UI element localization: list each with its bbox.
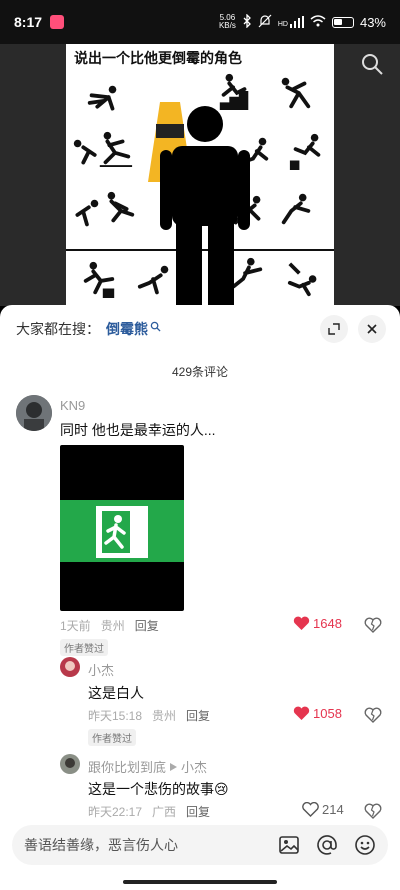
comment-input[interactable] (24, 837, 262, 853)
comment-meta: 昨天15:18 贵州 回复 (88, 707, 210, 724)
expand-button[interactable] (320, 315, 348, 343)
cell-signal-icon: HD (278, 16, 304, 28)
search-icon[interactable] (360, 52, 384, 76)
like-count: 1648 (313, 616, 342, 631)
avatar[interactable] (60, 657, 80, 677)
status-bar: 8:17 5.06 KB/s HD 43% (0, 0, 400, 44)
like-button[interactable]: 1648 (293, 616, 342, 631)
reply-button[interactable]: 回复 (186, 803, 210, 820)
like-count: 214 (322, 802, 344, 817)
battery-percent: 43% (359, 14, 386, 30)
mute-icon (258, 14, 272, 31)
reply-button[interactable]: 回复 (186, 707, 210, 724)
slip-figure-icon (107, 191, 135, 223)
heart-filled-icon (293, 616, 310, 630)
comment-meta: 昨天22:17 广西 回复 (88, 803, 210, 820)
status-time: 8:17 (14, 14, 43, 30)
search-icon (150, 321, 161, 332)
comment-text: 这是一个悲伤的故事😢 (88, 781, 229, 797)
battery-icon (331, 16, 354, 28)
close-icon (367, 324, 377, 334)
author-liked-tag: 作者赞过 (60, 639, 108, 656)
comment-location: 广西 (152, 805, 177, 819)
comment-username[interactable]: 小杰 (88, 660, 114, 679)
falling-figure-icon (87, 85, 117, 111)
meme-title: 说出一个比他更倒霉的角色 (74, 50, 242, 66)
like-count: 1058 (313, 706, 342, 721)
broken-heart-icon[interactable] (364, 802, 382, 820)
close-button[interactable] (358, 315, 386, 343)
reply-button[interactable]: 回复 (135, 617, 159, 634)
comment-time: 昨天22:17 (88, 805, 143, 819)
like-button[interactable]: 214 (302, 802, 344, 817)
trip-figure-icon (99, 131, 133, 168)
comment-location: 贵州 (100, 619, 125, 633)
reply-thread-header: 跟你比划到底 小杰 (88, 757, 207, 776)
comment-image[interactable] (60, 445, 184, 611)
author-liked-tag: 作者赞过 (88, 729, 136, 746)
reply-arrow-icon (170, 762, 178, 771)
exit-sign-icon (60, 500, 184, 562)
app-notification-icon (50, 15, 65, 29)
comment-text: 这是白人 (88, 685, 144, 701)
comment-input-bar (12, 825, 388, 865)
comment-time: 1天前 (60, 619, 91, 633)
signal-type: HD (277, 21, 288, 28)
standing-man-icon (160, 106, 250, 306)
like-button[interactable]: 1058 (293, 706, 342, 721)
search-suggestion[interactable]: 大家都在搜： 倒霉熊 (16, 319, 161, 339)
comment-meta: 1天前 贵州 回复 (60, 617, 159, 634)
avatar-icon (60, 657, 80, 677)
avatar-icon (60, 754, 80, 774)
expand-icon (328, 323, 340, 335)
wifi-icon (310, 14, 326, 30)
at-mention-icon[interactable] (316, 834, 338, 856)
search-suggestion-keyword[interactable]: 倒霉熊 (106, 319, 148, 339)
falling-figure-icon (75, 199, 99, 227)
emoji-icon[interactable] (354, 834, 376, 856)
bluetooth-icon (242, 12, 252, 31)
status-indicators: 5.06 KB/s HD 43% (218, 12, 386, 31)
reply-to-username[interactable]: 小杰 (181, 757, 207, 776)
comment-text: 同时 他也是最幸运的人... (60, 422, 216, 438)
broken-heart-icon[interactable] (364, 616, 382, 634)
stair-fall-icon (289, 133, 321, 170)
comment-count: 429条评论 (171, 365, 229, 379)
heart-outline-icon (302, 802, 319, 817)
net-speed: 5.06 KB/s (218, 13, 236, 30)
comment-time: 昨天15:18 (88, 709, 143, 723)
search-suggestion-prefix: 大家都在搜： (16, 321, 100, 337)
home-indicator[interactable] (123, 880, 277, 884)
comment-location: 贵州 (152, 709, 177, 723)
stair-fall-icon (287, 262, 317, 297)
avatar[interactable] (60, 754, 80, 774)
slip-figure-icon (281, 193, 311, 225)
comment-username[interactable]: 跟你比划到底 (88, 757, 166, 776)
comment-username[interactable]: KN9 (60, 398, 85, 413)
avatar-icon (16, 395, 52, 431)
meme-image: 说出一个比他更倒霉的角色 (66, 44, 334, 306)
comment-sheet: 大家都在搜： 倒霉熊 429条评论 KN9 同时 他也是最幸运的人... 1天前… (0, 305, 400, 890)
image-icon[interactable] (278, 834, 300, 856)
avatar[interactable] (16, 395, 52, 431)
falling-figure-icon (83, 261, 115, 298)
slip-figure-icon (281, 77, 311, 109)
video-player[interactable]: 说出一个比他更倒霉的角色 (0, 44, 400, 306)
heart-filled-icon (293, 706, 310, 720)
broken-heart-icon[interactable] (364, 706, 382, 724)
